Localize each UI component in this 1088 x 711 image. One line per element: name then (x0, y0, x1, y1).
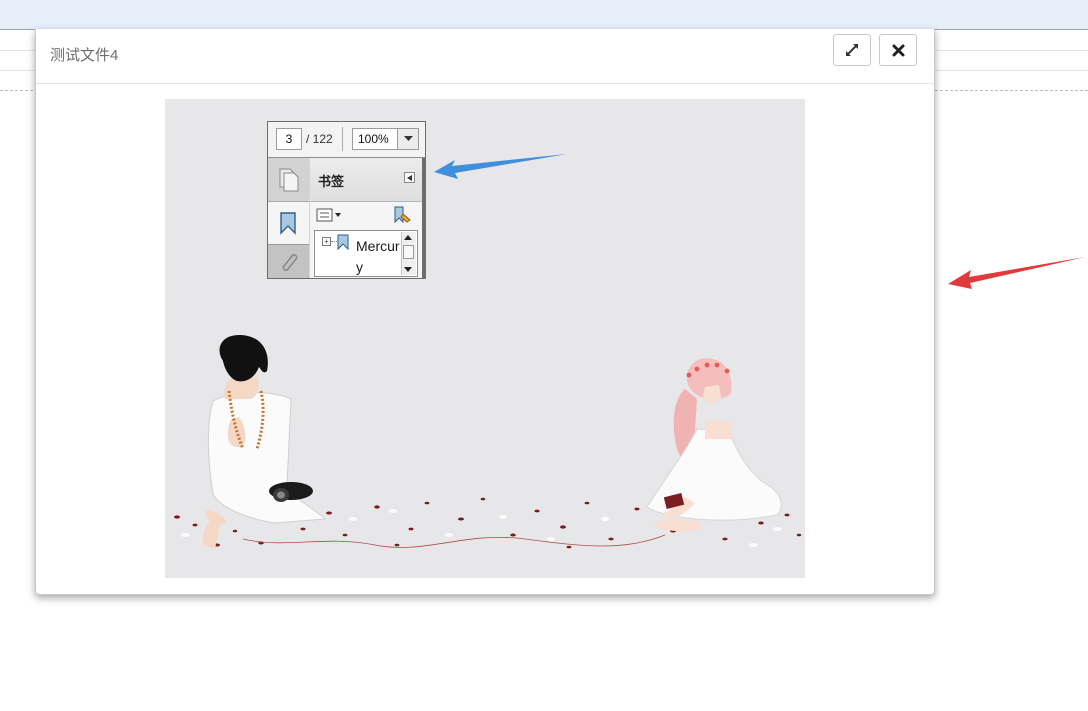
scroll-thumb[interactable] (403, 245, 414, 259)
bookmark-item-icon (337, 234, 349, 250)
close-icon (892, 44, 904, 56)
page-total: / 122 (306, 132, 333, 146)
preview-modal: 测试文件4 3 / 122 100% 书签 + Mercury (35, 29, 935, 595)
paperclip-icon (282, 253, 297, 271)
options-menu-button[interactable] (316, 207, 342, 223)
bookmarks-title: 书签 (318, 174, 345, 189)
bookmark-item-label[interactable]: Mercury (356, 236, 402, 278)
boy-figure (202, 335, 327, 549)
pdf-viewer-panel: 3 / 122 100% 书签 + Mercury (267, 121, 426, 279)
bookmark-icon (280, 212, 296, 235)
scroll-down-icon[interactable] (404, 267, 412, 272)
modal-header: 测试文件4 (36, 29, 934, 84)
expand-button[interactable] (833, 34, 871, 66)
chevron-down-icon[interactable] (397, 129, 418, 149)
pdf-side-tabs (268, 158, 309, 278)
toolbar-separator (342, 127, 343, 151)
file-preview-image: 3 / 122 100% 书签 + Mercury (165, 99, 805, 578)
chevron-left-icon (407, 174, 412, 181)
new-bookmark-icon (394, 206, 411, 224)
zoom-value: 100% (358, 132, 389, 146)
new-bookmark-button[interactable] (392, 206, 412, 224)
page-number-input[interactable]: 3 (276, 128, 302, 150)
modal-title: 测试文件4 (50, 47, 119, 64)
tree-scrollbar[interactable] (401, 232, 416, 275)
pdf-toolbar: 3 / 122 100% (268, 122, 425, 158)
pages-icon (279, 168, 298, 191)
bookmarks-tab[interactable] (268, 202, 309, 244)
browser-top-bar (0, 0, 1088, 30)
illustration (174, 335, 802, 549)
red-arrow (948, 257, 1085, 289)
attachments-tab[interactable] (268, 244, 309, 278)
bookmarks-header: 书签 (310, 158, 422, 202)
collapse-panel-button[interactable] (404, 172, 415, 183)
expand-plus-icon[interactable]: + (322, 237, 331, 246)
options-icon (316, 208, 341, 222)
expand-icon (846, 44, 858, 56)
zoom-select[interactable]: 100% (352, 128, 419, 150)
panel-splitter[interactable] (422, 158, 426, 279)
bookmarks-body: + Mercury (310, 202, 422, 278)
pages-tab[interactable] (268, 158, 309, 202)
close-button[interactable] (879, 34, 917, 66)
bookmark-tree: + Mercury (314, 230, 418, 277)
scroll-up-icon[interactable] (404, 235, 412, 240)
girl-figure (646, 358, 782, 532)
